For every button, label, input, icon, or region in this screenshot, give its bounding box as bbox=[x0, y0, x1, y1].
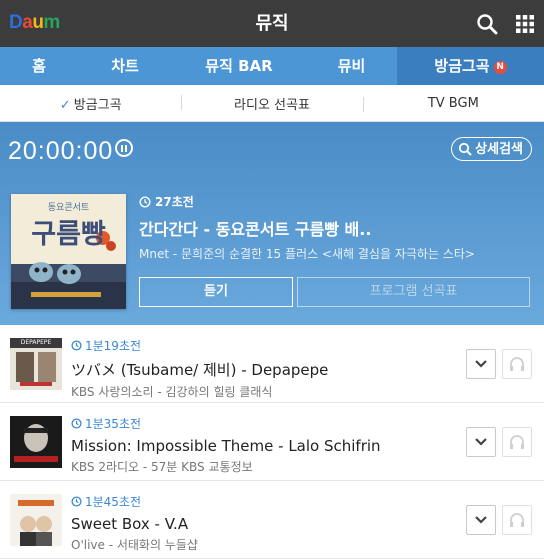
played-time-label: 1분35초전 bbox=[85, 417, 142, 431]
track-title: Sweet Box - V.A bbox=[71, 515, 189, 533]
search-icon[interactable] bbox=[475, 12, 499, 36]
album-title: 구름빵 bbox=[31, 219, 106, 250]
subtab-label: TV BGM bbox=[427, 95, 479, 111]
headphone-button[interactable] bbox=[502, 505, 532, 535]
app-title: 뮤직 bbox=[255, 13, 289, 34]
headphone-button[interactable] bbox=[502, 349, 532, 379]
list-item[interactable]: DEPAPEPE 1분19초전 ツバメ (Tsubame/ 제비) - Depa… bbox=[0, 325, 544, 403]
played-time: 1분19초전 bbox=[71, 337, 454, 354]
headphone-icon bbox=[510, 357, 524, 371]
search-icon bbox=[459, 142, 472, 156]
pause-icon[interactable] bbox=[115, 139, 133, 157]
now-playing-info: 27초전 간다간다 - 동요콘서트 구름빵 배.. Mnet - 문희준의 순결… bbox=[139, 193, 534, 262]
tab-music-bar[interactable]: 뮤직 BAR bbox=[172, 47, 306, 85]
grid-menu-icon[interactable] bbox=[513, 12, 537, 36]
top-bar: D a u m 뮤직 bbox=[0, 0, 544, 47]
clock-icon bbox=[71, 418, 82, 429]
now-playing-program[interactable]: Mnet - 문희준의 순결한 15 플러스 <새해 결심을 자극하는 스타> bbox=[139, 245, 534, 262]
check-icon: ✓ bbox=[59, 97, 71, 113]
tab-chart[interactable]: 차트 bbox=[78, 47, 172, 85]
track-list: DEPAPEPE 1분19초전 ツバメ (Tsubame/ 제비) - Depa… bbox=[0, 325, 544, 559]
tab-music-video[interactable]: 뮤비 bbox=[306, 47, 397, 85]
subtab-tv-bgm[interactable]: TV BGM bbox=[362, 95, 544, 112]
now-playing-panel: 20:00:00 상세검색 동요콘서트 구름빵 27초전 간다간다 - 동요콘서… bbox=[0, 122, 544, 325]
clock-icon bbox=[71, 340, 82, 351]
track-info: 1분19초전 ツバメ (Tsubame/ 제비) - Depapepe KBS … bbox=[71, 337, 454, 400]
tab-label: 뮤비 bbox=[337, 57, 366, 75]
track-thumbnail: DEPAPEPE bbox=[10, 338, 62, 390]
headphone-icon bbox=[510, 435, 524, 449]
headphone-icon bbox=[510, 513, 524, 527]
track-program: O'live - 서태화의 누들샵 bbox=[71, 538, 198, 552]
track-title: Mission: Impossible Theme - Lalo Schifri… bbox=[71, 437, 381, 455]
track-program: KBS 사랑의소리 - 김강하의 힐링 클래식 bbox=[71, 385, 273, 399]
detail-search-label: 상세검색 bbox=[475, 141, 523, 157]
program-playlist-button[interactable]: 프로그램 선곡표 bbox=[297, 277, 530, 307]
tab-just-played[interactable]: 방금그곡 N bbox=[397, 47, 544, 85]
subtab-just-played[interactable]: ✓ 방금그곡 bbox=[0, 94, 181, 113]
headphone-button[interactable] bbox=[502, 427, 532, 457]
track-program: KBS 2라디오 - 57분 KBS 교통정보 bbox=[71, 460, 253, 474]
played-time: 27초전 bbox=[139, 193, 534, 210]
list-item[interactable]: 1분45초전 Sweet Box - V.A O'live - 서태화의 누들샵 bbox=[0, 481, 544, 559]
played-time: 1분35초전 bbox=[71, 415, 454, 432]
track-thumbnail bbox=[10, 494, 62, 546]
tab-label: 차트 bbox=[111, 57, 139, 75]
main-tabs: 홈 차트 뮤직 BAR 뮤비 방금그곡 N bbox=[0, 47, 544, 85]
subtab-label: 방금그곡 bbox=[73, 97, 122, 113]
track-info: 1분45초전 Sweet Box - V.A O'live - 서태화의 누들샵 bbox=[71, 493, 454, 553]
album-art: 동요콘서트 구름빵 bbox=[11, 194, 126, 309]
subtab-label: 라디오 선곡표 bbox=[234, 97, 310, 113]
time-display: 20:00:00 bbox=[8, 137, 114, 165]
track-info: 1분35초전 Mission: Impossible Theme - Lalo … bbox=[71, 415, 454, 475]
tab-label: 뮤직 BAR bbox=[205, 57, 273, 75]
track-thumbnail bbox=[10, 416, 62, 468]
played-time-label: 1분45초전 bbox=[85, 495, 142, 509]
expand-button[interactable] bbox=[466, 427, 496, 457]
clock-icon bbox=[139, 195, 151, 208]
played-time: 1분45초전 bbox=[71, 493, 454, 510]
new-badge: N bbox=[493, 61, 507, 74]
listen-button[interactable]: 듣기 bbox=[139, 277, 293, 307]
chevron-down-icon bbox=[475, 438, 487, 446]
expand-button[interactable] bbox=[466, 505, 496, 535]
tab-home[interactable]: 홈 bbox=[0, 47, 78, 85]
played-time-label: 27초전 bbox=[155, 195, 194, 209]
detail-search-button[interactable]: 상세검색 bbox=[451, 137, 532, 161]
track-title: ツバメ (Tsubame/ 제비) - Depapepe bbox=[71, 361, 329, 379]
sub-tabs: ✓ 방금그곡 라디오 선곡표 TV BGM bbox=[0, 85, 544, 122]
chevron-down-icon bbox=[475, 360, 487, 368]
now-playing-title[interactable]: 간다간다 - 동요콘서트 구름빵 배.. bbox=[139, 216, 534, 240]
played-time-label: 1분19초전 bbox=[85, 339, 142, 353]
clock-icon bbox=[71, 496, 82, 507]
chevron-down-icon bbox=[475, 516, 487, 524]
subtab-radio-playlist[interactable]: 라디오 선곡표 bbox=[181, 94, 362, 113]
tab-label: 홈 bbox=[32, 57, 46, 75]
expand-button[interactable] bbox=[466, 349, 496, 379]
list-item[interactable]: 1분35초전 Mission: Impossible Theme - Lalo … bbox=[0, 403, 544, 481]
thumbnail-caption: DEPAPEPE bbox=[20, 339, 52, 346]
tab-label: 방금그곡 bbox=[434, 57, 490, 75]
